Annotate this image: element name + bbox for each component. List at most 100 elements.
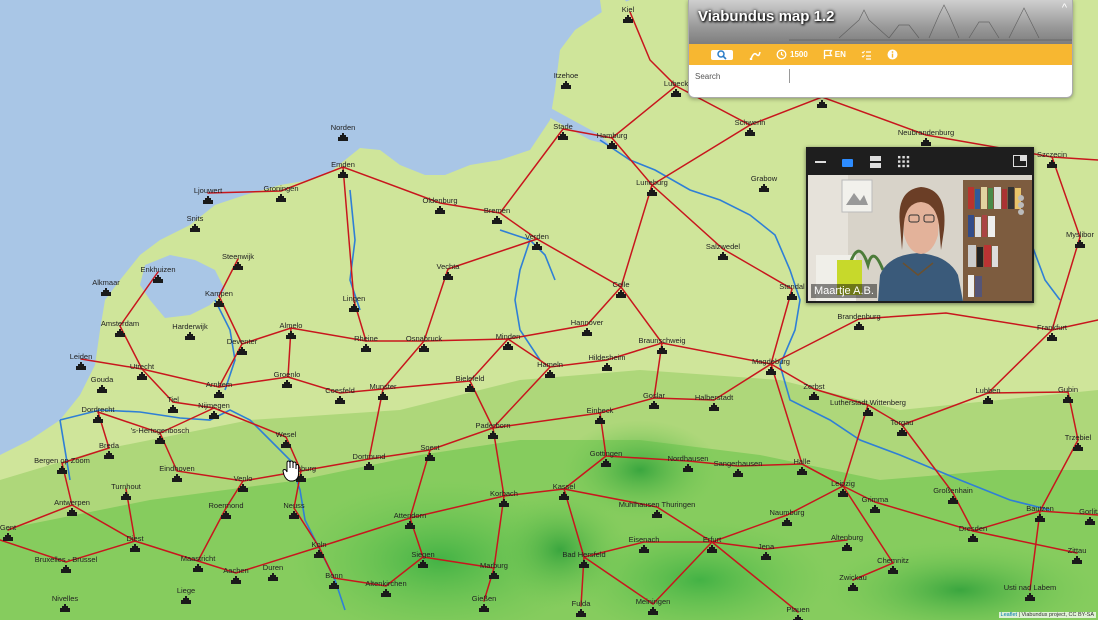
town-label: Turnhout	[111, 482, 142, 491]
route-tool-button[interactable]	[749, 49, 761, 60]
town-label: Dortmund	[353, 452, 386, 461]
town-label: Luneburg	[636, 178, 668, 187]
minimize-icon[interactable]	[815, 161, 826, 163]
town-label: Attendorn	[394, 511, 427, 520]
town-label: Nordhausen	[668, 454, 709, 463]
participant-image	[808, 175, 1032, 301]
town-label: Wesel	[276, 430, 297, 439]
town-label: Marburg	[480, 561, 508, 570]
collapse-caret-icon[interactable]: ^	[1062, 2, 1067, 14]
town-label: Gottingen	[590, 449, 623, 458]
town-label: Paderborn	[475, 421, 510, 430]
stacked-view-icon[interactable]	[870, 156, 881, 168]
town-label: Hannover	[571, 318, 604, 327]
town-label: Bremen	[484, 206, 510, 215]
town-label: Tiel	[167, 395, 179, 404]
town-label: Salzwedel	[706, 242, 741, 251]
town-label: Kassel	[553, 482, 576, 491]
town-label: Diest	[126, 534, 144, 543]
town-label: Brandenburg	[837, 312, 880, 321]
search-tool-button[interactable]	[711, 49, 733, 60]
town-label: Bonn	[325, 571, 343, 580]
town-label: Eindhoven	[159, 464, 194, 473]
town-label: Chemnitz	[877, 556, 909, 565]
town-label: Zerbst	[803, 382, 825, 391]
legend-button[interactable]	[861, 50, 872, 60]
town-label: Stade	[553, 122, 573, 131]
town-label: Torgau	[891, 418, 914, 427]
town-label: Korbach	[490, 489, 518, 498]
town-label: Harderwijk	[172, 322, 208, 331]
town-label: Utrecht	[130, 362, 155, 371]
town-label: Gent	[0, 523, 17, 532]
leaflet-link[interactable]: Leaflet	[1001, 612, 1018, 618]
town-label: Coesfeld	[325, 386, 355, 395]
town-label: Verden	[525, 232, 549, 241]
town-label: Neubrandenburg	[898, 128, 954, 137]
town-label: Nijmegen	[198, 401, 230, 410]
town-label: Antwerpen	[54, 498, 90, 507]
route-icon	[749, 51, 761, 60]
town-label: Bergen op Zoom	[34, 456, 90, 465]
town-label: Grabow	[751, 174, 778, 183]
town-label: Hameln	[537, 360, 563, 369]
town-label: Dresden	[959, 524, 987, 533]
town-label: Zwickau	[839, 573, 867, 582]
town-label: Szczecin	[1037, 150, 1067, 159]
town-label: Bad Hersfeld	[562, 550, 605, 559]
town-label: Norden	[331, 123, 356, 132]
town-label: Hamburg	[597, 131, 628, 140]
flag-icon	[823, 49, 833, 59]
town-label: Hildesheim	[588, 353, 625, 362]
clock-icon	[776, 49, 787, 60]
info-icon	[887, 49, 898, 60]
town-label: Breda	[99, 441, 120, 450]
town-label: Lubeck	[664, 79, 688, 88]
banner: Viabundus map 1.2 ^	[689, 0, 1072, 44]
town-label: Frankfurt	[1037, 323, 1068, 332]
town-label: Dordrecht	[82, 405, 116, 414]
town-label: Gorlitz	[1079, 507, 1098, 516]
town-label: Neuss	[283, 501, 305, 510]
town-label: Leipzig	[831, 479, 855, 488]
town-label: Gouda	[91, 375, 114, 384]
town-label: Celle	[612, 280, 629, 289]
town-label: Enkhuizen	[140, 265, 175, 274]
town-label: Liege	[177, 586, 195, 595]
town-label: Schwerin	[735, 118, 766, 127]
town-label: Sangerhausen	[714, 459, 763, 468]
speaker-view-icon[interactable]	[842, 159, 853, 167]
town-label: Maastricht	[181, 554, 217, 563]
more-options-icon[interactable]	[1018, 195, 1026, 215]
attribution-text: | Viabundus project, CC BY-SA	[1017, 612, 1094, 618]
town-label: Plauen	[786, 605, 809, 614]
town-label: Almelo	[280, 321, 303, 330]
language-button[interactable]: EN	[823, 49, 846, 60]
town-label: Jena	[758, 542, 775, 551]
town-label: Grimma	[862, 495, 889, 504]
year-label: 1500	[790, 50, 808, 59]
town-label: Snits	[187, 214, 204, 223]
video-call-window[interactable]: Maartje A.B.	[806, 147, 1034, 303]
town-label: Trzebiel	[1065, 433, 1092, 442]
town-label: Erfurt	[703, 535, 722, 544]
exit-fullscreen-icon[interactable]	[1013, 155, 1027, 167]
grid-view-icon[interactable]	[897, 155, 910, 168]
town-label: Großenhain	[933, 486, 973, 495]
participant-name: Maartje A.B.	[811, 284, 877, 298]
town-label: Altenkirchen	[365, 579, 406, 588]
town-label: 's-Hertogenbosch	[131, 426, 190, 435]
town-label: Siegen	[411, 550, 434, 559]
town-label: Goslar	[643, 391, 666, 400]
year-button[interactable]: 1500	[776, 49, 808, 60]
map-attribution: Leaflet | Viabundus project, CC BY-SA	[998, 612, 1096, 618]
town-label: Fulda	[572, 599, 592, 608]
town-label: Muhlhausen Thuringen	[619, 500, 696, 509]
info-button[interactable]	[887, 49, 898, 60]
search-input[interactable]	[693, 69, 790, 83]
hand-cursor-icon	[282, 460, 300, 482]
town-label: Lutherstadt Wittenberg	[830, 398, 906, 407]
town-label: Braunschweig	[638, 336, 685, 345]
town-label: Einbeck	[587, 406, 614, 415]
town-label: Steenwijk	[222, 252, 254, 261]
